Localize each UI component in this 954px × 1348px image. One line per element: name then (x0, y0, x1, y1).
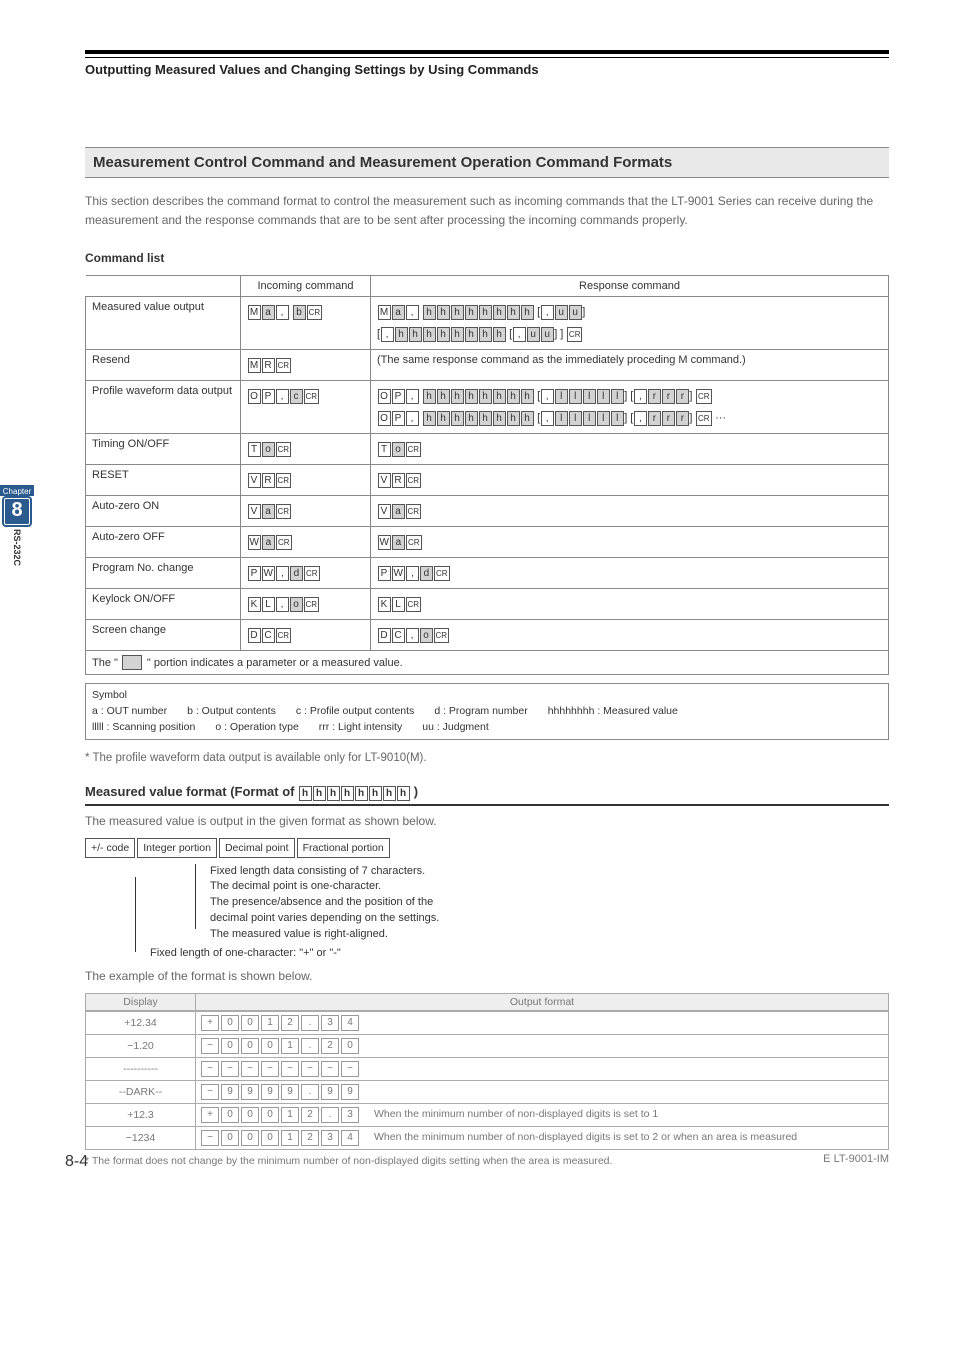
col-response: Response command (371, 276, 889, 297)
chapter-label: Chapter (0, 485, 34, 496)
examples-body: +12.34+0012.34−1.20−0001.20----------−−−… (85, 1011, 889, 1150)
row-autozero-off: Auto-zero OFF WaCR WaCR (86, 527, 889, 558)
rs-label: RS-232C (12, 529, 22, 566)
section-title: Measurement Control Command and Measurem… (85, 147, 889, 178)
command-table: Incoming command Response command Measur… (85, 275, 889, 651)
table-row: +12.34+0012.34 (86, 1012, 889, 1035)
measured-format-desc: The measured value is output in the give… (85, 814, 889, 828)
row-screen-change: Screen change DCCR DC,oCR (86, 620, 889, 651)
row-measured-value: Measured value output Ma, bCR Ma, hhhhhh… (86, 297, 889, 350)
row-program-change: Program No. change PW,dCR PW,dCR (86, 558, 889, 589)
row-autozero-on: Auto-zero ON VaCR VaCR (86, 496, 889, 527)
header-rule (85, 50, 889, 58)
page-number: 8-4 (65, 1153, 88, 1171)
profile-note: * The profile waveform data output is av… (85, 752, 889, 764)
doc-id: E LT-9001-IM (823, 1153, 889, 1171)
chapter-tab: Chapter 8 RS-232C (0, 485, 34, 566)
table-row: −1234−0001234When the minimum number of … (86, 1127, 889, 1150)
param-note: The " " portion indicates a parameter or… (85, 651, 889, 675)
examples-table: Display Output format (85, 993, 889, 1011)
symbol-title: Symbol (92, 688, 882, 704)
command-list-label: Command list (85, 251, 889, 265)
row-profile: Profile waveform data output OP,cCR OP, … (86, 381, 889, 434)
measured-format-title: Measured value format (Format of hhhhhhh… (85, 784, 889, 805)
row-keylock: Keylock ON/OFF KL,oCR KLCR (86, 589, 889, 620)
chapter-number: 8 (4, 498, 30, 525)
table-row: +12.3+00012.3When the minimum number of … (86, 1104, 889, 1127)
row-resend: Resend MRCR (The same response command a… (86, 350, 889, 381)
col-incoming: Incoming command (241, 276, 371, 297)
table-row: −1.20−0001.20 (86, 1035, 889, 1058)
row-reset: RESET VRCR VRCR (86, 465, 889, 496)
table-row: ----------−−−−−−−− (86, 1058, 889, 1081)
format-diagram: +/- code Integer portion Decimal point F… (85, 838, 889, 960)
row-timing: Timing ON/OFF ToCR ToCR (86, 434, 889, 465)
symbol-box: Symbol a : OUT number b : Output content… (85, 683, 889, 740)
examples-intro: The example of the format is shown below… (85, 969, 889, 983)
footer: 8-4 E LT-9001-IM (65, 1153, 889, 1171)
page-header-title: Outputting Measured Values and Changing … (85, 62, 889, 77)
intro-text: This section describes the command forma… (85, 192, 889, 229)
table-row: --DARK--−9999.99 (86, 1081, 889, 1104)
